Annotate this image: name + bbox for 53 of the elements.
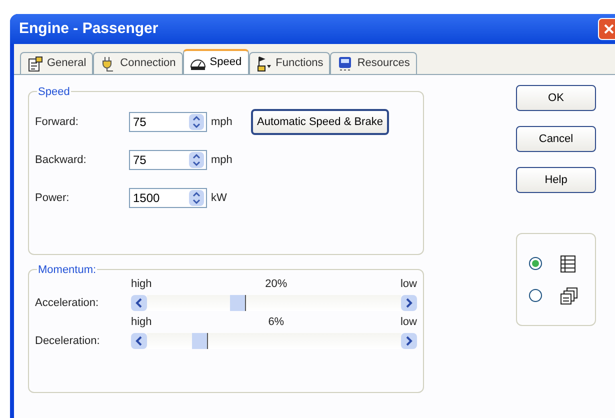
- close-icon: [603, 23, 615, 35]
- number-field[interactable]: 1500: [129, 188, 207, 208]
- scroll-right-button[interactable]: [401, 295, 417, 311]
- slider-thumb[interactable]: [192, 333, 208, 349]
- window-title: Engine - Passenger: [19, 18, 158, 39]
- properties-icon: [27, 56, 43, 72]
- slider-reading: 6%: [268, 315, 284, 330]
- up-down-icon: [192, 191, 201, 205]
- low-label: low: [400, 315, 417, 330]
- tab[interactable]: Connection: [93, 52, 183, 74]
- group-title: Speed: [37, 84, 71, 100]
- high-label: high: [131, 277, 152, 292]
- up-down-icon: [192, 153, 201, 167]
- spin-buttons[interactable]: [189, 114, 204, 130]
- scroll-left-button[interactable]: [131, 333, 147, 349]
- dialog-button[interactable]: Help: [516, 167, 596, 193]
- field-label: Forward:: [35, 114, 80, 130]
- automatic-speed-button[interactable]: Automatic Speed & Brake: [251, 109, 389, 135]
- unit-label: mph: [211, 114, 234, 130]
- low-label: low: [400, 277, 417, 292]
- unit-label: mph: [211, 152, 234, 168]
- dialog-button[interactable]: Cancel: [516, 126, 596, 152]
- slider-label: Acceleration:: [35, 296, 100, 311]
- windows-icon: [560, 286, 578, 304]
- scroll-right-button[interactable]: [401, 333, 417, 349]
- spin-buttons[interactable]: [189, 190, 204, 206]
- field-label: Backward:: [35, 152, 88, 168]
- dialog-button[interactable]: OK: [516, 85, 596, 111]
- slider-reading: 20%: [265, 277, 288, 292]
- scroll-left-button[interactable]: [131, 295, 147, 311]
- field-label: Power:: [35, 190, 70, 206]
- high-label: high: [131, 315, 152, 330]
- train-icon: [337, 56, 354, 72]
- spin-buttons[interactable]: [189, 152, 204, 168]
- number-field[interactable]: 75: [129, 112, 207, 132]
- flag-icon: [256, 56, 272, 72]
- tab[interactable]: Functions: [248, 52, 330, 74]
- tab[interactable]: Resources: [330, 52, 417, 74]
- tab[interactable]: General: [20, 52, 94, 74]
- slider-label: Deceleration:: [35, 334, 101, 349]
- unit-label: kW: [211, 190, 228, 206]
- radio-button[interactable]: [529, 257, 542, 270]
- close-button[interactable]: [598, 18, 615, 40]
- list-icon: [560, 254, 576, 272]
- tab[interactable]: Speed: [182, 49, 249, 74]
- chevron-left-icon: [135, 336, 143, 346]
- chevron-right-icon: [405, 336, 413, 346]
- slider-thumb[interactable]: [230, 295, 246, 311]
- chevron-left-icon: [135, 298, 143, 308]
- chevron-right-icon: [405, 298, 413, 308]
- number-field[interactable]: 75: [129, 150, 207, 170]
- up-down-icon: [192, 115, 201, 129]
- radio-button[interactable]: [529, 289, 542, 302]
